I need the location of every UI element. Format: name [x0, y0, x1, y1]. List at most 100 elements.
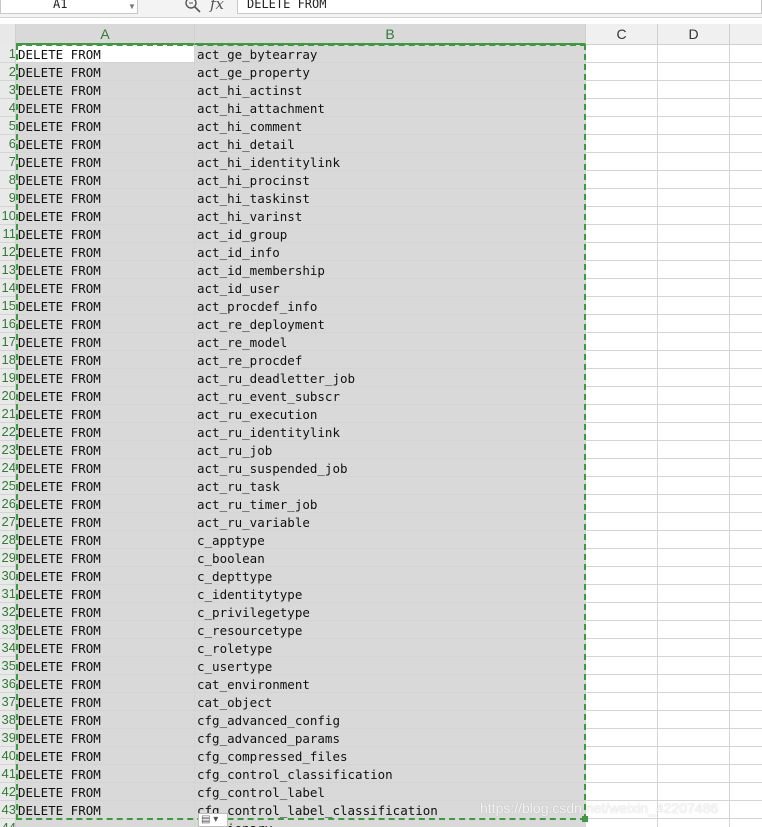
cell-empty[interactable]	[730, 495, 762, 513]
cell-grid[interactable]: DELETE FROM act_ge_bytearray DELETE FROM ac…	[16, 45, 762, 827]
cell-b[interactable]: act_ru_suspended_job	[195, 459, 586, 477]
cell-empty[interactable]	[658, 567, 730, 585]
cell-b[interactable]: c_identitytype	[195, 585, 586, 603]
cell-empty[interactable]	[658, 135, 730, 153]
cell-empty[interactable]	[658, 747, 730, 765]
cell-empty[interactable]	[730, 387, 762, 405]
cell-a[interactable]: DELETE FROM	[16, 531, 195, 549]
cell-empty[interactable]	[658, 261, 730, 279]
cell-empty[interactable]	[586, 63, 658, 81]
cell-empty[interactable]	[586, 747, 658, 765]
cell-b[interactable]: act_hi_comment	[195, 117, 586, 135]
cell-empty[interactable]	[586, 459, 658, 477]
cell-empty[interactable]	[658, 45, 730, 63]
cell-a[interactable]: DELETE FROM	[16, 585, 195, 603]
cell-a[interactable]: DELETE FROM	[16, 171, 195, 189]
cell-empty[interactable]	[586, 189, 658, 207]
row-header[interactable]: 37	[0, 693, 15, 711]
cell-empty[interactable]	[658, 693, 730, 711]
cell-a[interactable]: DELETE FROM	[16, 117, 195, 135]
cell-empty[interactable]	[730, 225, 762, 243]
name-box[interactable]: A1	[0, 0, 138, 14]
cell-a[interactable]: DELETE FROM	[16, 279, 195, 297]
cell-empty[interactable]	[658, 369, 730, 387]
cell-empty[interactable]	[586, 603, 658, 621]
cell-empty[interactable]	[586, 261, 658, 279]
row-header[interactable]: 36	[0, 675, 15, 693]
row-header[interactable]: 6	[0, 135, 15, 153]
cell-a[interactable]: DELETE FROM	[16, 315, 195, 333]
cell-empty[interactable]	[586, 171, 658, 189]
cell-empty[interactable]	[586, 135, 658, 153]
cell-a[interactable]: DELETE FROM	[16, 747, 195, 765]
cell-empty[interactable]	[586, 333, 658, 351]
cell-empty[interactable]	[730, 135, 762, 153]
cell-b[interactable]: cfg_control_classification	[195, 765, 586, 783]
cell-a[interactable]: DELETE FROM	[16, 261, 195, 279]
cell-empty[interactable]	[658, 171, 730, 189]
row-header[interactable]: 29	[0, 549, 15, 567]
cell-a[interactable]: DELETE FROM	[16, 711, 195, 729]
cell-b[interactable]: cfg_compressed_files	[195, 747, 586, 765]
cell-empty[interactable]	[730, 189, 762, 207]
cell-a[interactable]: DELETE FROM	[16, 63, 195, 81]
cell-empty[interactable]	[586, 819, 658, 827]
cell-empty[interactable]	[586, 369, 658, 387]
cell-empty[interactable]	[658, 495, 730, 513]
cell-empty[interactable]	[730, 801, 762, 819]
row-header[interactable]: 15	[0, 297, 15, 315]
cell-empty[interactable]	[658, 513, 730, 531]
row-header[interactable]: 18	[0, 351, 15, 369]
row-header[interactable]: 44	[0, 819, 15, 827]
cell-b[interactable]: c_depttype	[195, 567, 586, 585]
row-header[interactable]: 14	[0, 279, 15, 297]
zoom-icon[interactable]	[184, 0, 202, 14]
row-header[interactable]: 32	[0, 603, 15, 621]
cell-empty[interactable]	[586, 99, 658, 117]
cell-empty[interactable]	[658, 549, 730, 567]
cell-empty[interactable]	[730, 567, 762, 585]
cell-empty[interactable]	[730, 297, 762, 315]
cell-empty[interactable]	[730, 819, 762, 827]
cell-b[interactable]: cfg_advanced_config	[195, 711, 586, 729]
cell-empty[interactable]	[658, 423, 730, 441]
row-header[interactable]: 19	[0, 369, 15, 387]
cell-b[interactable]: act_procdef_info	[195, 297, 586, 315]
cell-empty[interactable]	[586, 117, 658, 135]
cell-a[interactable]: DELETE FROM	[16, 153, 195, 171]
cell-b[interactable]: act_ru_timer_job	[195, 495, 586, 513]
cell-empty[interactable]	[658, 441, 730, 459]
cell-empty[interactable]	[730, 207, 762, 225]
cell-empty[interactable]	[730, 603, 762, 621]
select-all-corner[interactable]	[0, 24, 16, 45]
cell-empty[interactable]	[586, 153, 658, 171]
cell-empty[interactable]	[730, 693, 762, 711]
cell-a[interactable]: DELETE FROM	[16, 477, 195, 495]
row-header[interactable]: 28	[0, 531, 15, 549]
cell-b[interactable]: act_ge_bytearray	[195, 45, 586, 63]
cell-a[interactable]: DELETE FROM	[16, 45, 195, 63]
cell-empty[interactable]	[586, 729, 658, 747]
cell-empty[interactable]	[586, 423, 658, 441]
column-header-d[interactable]: D	[658, 24, 730, 45]
cell-empty[interactable]	[658, 477, 730, 495]
cell-empty[interactable]	[586, 657, 658, 675]
cell-empty[interactable]	[658, 207, 730, 225]
cell-empty[interactable]	[658, 99, 730, 117]
cell-empty[interactable]	[730, 585, 762, 603]
fill-handle[interactable]	[582, 816, 588, 822]
cell-a[interactable]: DELETE FROM	[16, 603, 195, 621]
cell-empty[interactable]	[586, 765, 658, 783]
cell-empty[interactable]	[658, 675, 730, 693]
row-header[interactable]: 1	[0, 45, 15, 63]
row-header[interactable]: 16	[0, 315, 15, 333]
cell-empty[interactable]	[730, 369, 762, 387]
row-header[interactable]: 22	[0, 423, 15, 441]
cell-b[interactable]: c_resourcetype	[195, 621, 586, 639]
cell-a[interactable]: DELETE FROM	[16, 207, 195, 225]
row-header[interactable]: 27	[0, 513, 15, 531]
cell-empty[interactable]	[658, 765, 730, 783]
cell-empty[interactable]	[586, 477, 658, 495]
formula-input[interactable]: DELETE FROM	[237, 0, 762, 14]
cell-b[interactable]: act_hi_detail	[195, 135, 586, 153]
